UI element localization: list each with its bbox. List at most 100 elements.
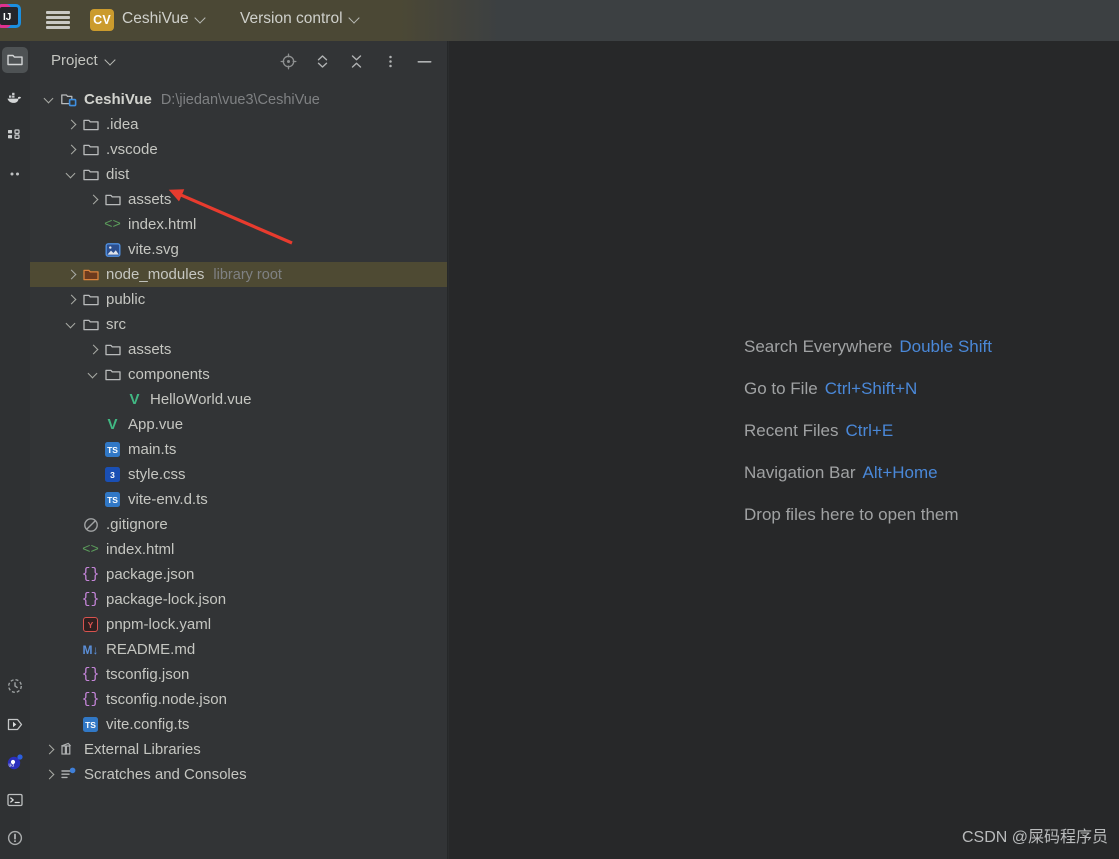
tree-row-label: vite.config.ts	[106, 716, 190, 733]
tree-row-sublabel: library root	[213, 266, 282, 283]
tree-row[interactable]: src	[30, 312, 447, 337]
css-file-icon: 3	[103, 465, 122, 484]
tree-arrow-placeholder	[63, 591, 80, 608]
run-tool-icon[interactable]	[2, 711, 28, 737]
tree-row-label: tsconfig.node.json	[106, 691, 227, 708]
hamburger-menu-icon[interactable]	[46, 9, 70, 31]
select-opened-file-icon[interactable]	[276, 49, 300, 73]
tree-row[interactable]: {} package.json	[30, 562, 447, 587]
json-file-icon: {}	[81, 591, 100, 608]
structure-tool-icon[interactable]	[2, 123, 28, 149]
chevron-right-icon[interactable]	[63, 291, 80, 308]
chevron-right-icon[interactable]	[63, 266, 80, 283]
html-file-icon: <>	[82, 541, 99, 558]
chevron-right-icon[interactable]	[41, 741, 58, 758]
markdown-file-icon: M↓	[82, 642, 99, 657]
chevron-down-icon[interactable]	[85, 366, 102, 383]
tree-row[interactable]: .idea	[30, 112, 447, 137]
shortcut-action-label: Search Everywhere	[744, 337, 893, 356]
tool-window-bar: ua	[0, 41, 30, 859]
problems-tool-icon[interactable]	[2, 825, 28, 851]
tree-row[interactable]: 3 style.css	[30, 462, 447, 487]
chevron-right-icon[interactable]	[63, 141, 80, 158]
project-badge[interactable]: CV	[90, 9, 114, 31]
tree-row[interactable]: {} tsconfig.node.json	[30, 687, 447, 712]
watermark-text: CSDN @屎码程序员	[961, 829, 1108, 846]
tree-row[interactable]: TS vite.config.ts	[30, 712, 447, 737]
tree-row[interactable]: M↓ README.md	[30, 637, 447, 662]
json-file-icon: {}	[81, 691, 100, 708]
tree-row[interactable]: assets	[30, 337, 447, 362]
tree-row[interactable]: public	[30, 287, 447, 312]
tree-row[interactable]: V App.vue	[30, 412, 447, 437]
version-control-selector[interactable]: Version control	[240, 10, 360, 28]
folder-icon	[81, 140, 100, 159]
tree-row[interactable]: TS vite-env.d.ts	[30, 487, 447, 512]
shortcut-hint-row: Search Everywhere Double Shift	[744, 337, 992, 357]
html-file-icon: <>	[104, 216, 121, 233]
history-tool-icon[interactable]	[2, 673, 28, 699]
svg-image-file-icon	[103, 240, 122, 259]
tree-row[interactable]: .vscode	[30, 137, 447, 162]
project-name-label: CeshiVue	[122, 10, 189, 27]
tree-row-label: .gitignore	[106, 516, 168, 533]
hide-panel-icon[interactable]	[412, 49, 436, 73]
shortcut-key-label: Ctrl+Shift+N	[824, 379, 918, 398]
tree-row[interactable]: vite.svg	[30, 237, 447, 262]
gitignore-file-icon	[81, 515, 100, 534]
chevron-right-icon[interactable]	[41, 766, 58, 783]
tree-row[interactable]: dist	[30, 162, 447, 187]
chevron-down-icon[interactable]	[63, 166, 80, 183]
tree-row[interactable]: External Libraries	[30, 737, 447, 762]
tree-row[interactable]: CeshiVue D:\jiedan\vue3\CeshiVue	[30, 87, 447, 112]
tree-arrow-placeholder	[63, 566, 80, 583]
tree-row-label: package-lock.json	[106, 591, 227, 608]
tree-row[interactable]: V HelloWorld.vue	[30, 387, 447, 412]
shortcut-action-label: Recent Files	[744, 421, 839, 440]
svg-text:IJ: IJ	[3, 12, 11, 23]
tree-row[interactable]: {} package-lock.json	[30, 587, 447, 612]
tree-row-label: README.md	[106, 641, 196, 658]
tree-row-label: External Libraries	[84, 741, 201, 758]
project-name-selector[interactable]: CeshiVue	[122, 10, 206, 28]
docker-tool-icon[interactable]	[2, 85, 28, 111]
expand-all-icon[interactable]	[310, 49, 334, 73]
tree-arrow-placeholder	[85, 441, 102, 458]
project-file-tree[interactable]: CeshiVue D:\jiedan\vue3\CeshiVue .idea .vsc…	[30, 82, 447, 859]
chevron-down-icon[interactable]	[41, 91, 58, 108]
scratches-consoles-icon	[59, 765, 78, 784]
tree-row[interactable]: node_modules library root	[30, 262, 447, 287]
chevron-right-icon[interactable]	[63, 116, 80, 133]
vue-tool-icon[interactable]: ua	[2, 749, 28, 775]
shortcut-key-label: Ctrl+E	[845, 421, 894, 440]
library-folder-icon	[81, 265, 100, 284]
tree-row-label: App.vue	[128, 416, 184, 433]
tree-row-label: src	[106, 316, 126, 333]
tree-row-label: main.ts	[128, 441, 177, 458]
chevron-right-icon[interactable]	[85, 191, 102, 208]
tree-row[interactable]: <> index.html	[30, 212, 447, 237]
tree-arrow-placeholder	[85, 216, 102, 233]
chevron-down-icon[interactable]	[63, 316, 80, 333]
folder-icon	[103, 340, 122, 359]
tree-row[interactable]: <> index.html	[30, 537, 447, 562]
shortcut-hint-row: Drop files here to open them	[744, 505, 992, 525]
options-menu-icon[interactable]	[378, 49, 402, 73]
tree-row[interactable]: Ypnpm-lock.yaml	[30, 612, 447, 637]
tree-row[interactable]: TS main.ts	[30, 437, 447, 462]
tree-row[interactable]: assets	[30, 187, 447, 212]
project-tool-icon[interactable]	[2, 47, 28, 73]
chevron-right-icon[interactable]	[85, 341, 102, 358]
tree-arrow-placeholder	[63, 516, 80, 533]
tree-row[interactable]: .gitignore	[30, 512, 447, 537]
terminal-tool-icon[interactable]	[2, 787, 28, 813]
project-panel-title[interactable]: Project	[51, 52, 116, 69]
tree-row-label: dist	[106, 166, 130, 183]
tree-row[interactable]: components	[30, 362, 447, 387]
project-root-icon	[59, 90, 78, 109]
collapse-all-icon[interactable]	[344, 49, 368, 73]
tree-row[interactable]: {} tsconfig.json	[30, 662, 447, 687]
more-tool-icon[interactable]	[2, 161, 28, 187]
tree-row[interactable]: Scratches and Consoles	[30, 762, 447, 787]
shortcut-hint-row: Navigation Bar Alt+Home	[744, 463, 992, 483]
